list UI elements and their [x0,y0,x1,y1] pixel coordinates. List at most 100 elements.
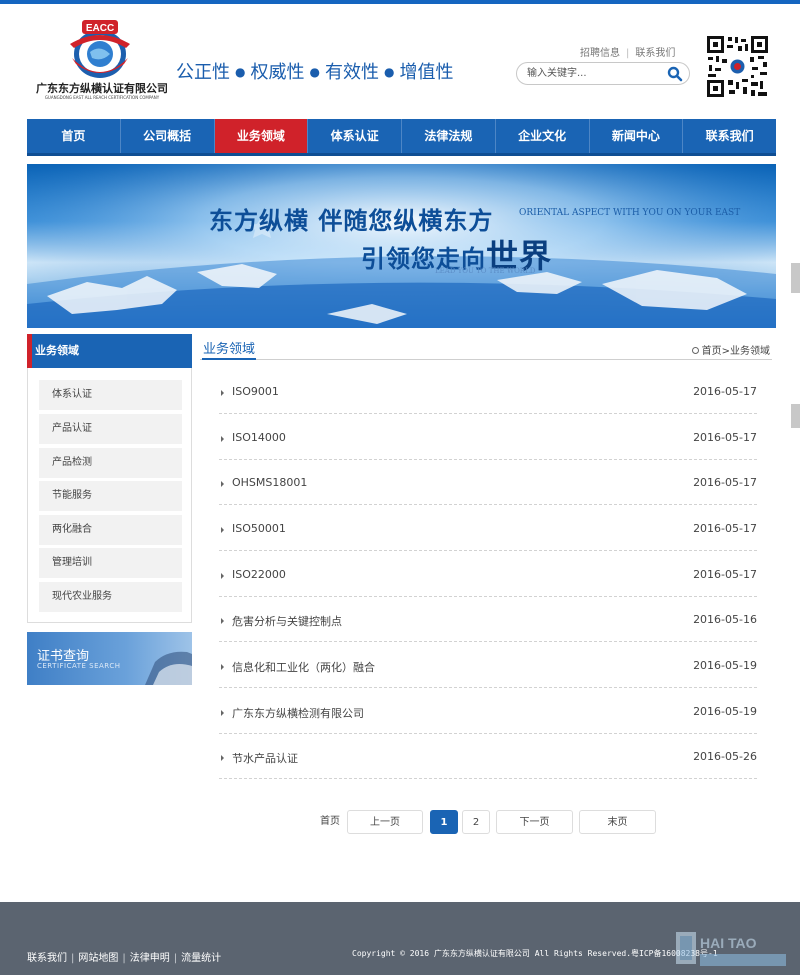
arrow-right-icon [221,664,224,670]
main-nav: 首页 公司概括 业务领域 体系认证 法律法规 企业文化 新闻中心 联系我们 [27,119,776,156]
nav-item-home[interactable]: 首页 [27,119,121,153]
sidebar-title: 业务领域 [27,334,192,368]
company-logo[interactable]: EACC 广东东方纵横认证有限公司 GUANGDONG EAST ALL REA… [36,18,168,102]
bullet-icon: ● [309,65,320,79]
list-item-title: OHSMS18001 [232,476,308,489]
arrow-right-icon [221,390,224,396]
nav-item-laws[interactable]: 法律法规 [402,119,496,153]
pagination-first[interactable]: 首页 [312,810,348,834]
breadcrumb[interactable]: 首页>业务领域 [691,342,770,357]
sidebar-item-energy-saving[interactable]: 节能服务 [39,481,182,511]
sidebar-item-integration[interactable]: 两化融合 [39,515,182,545]
top-link-contact[interactable]: 联系我们 [635,48,675,59]
list-item[interactable]: ISO22000 2016-05-17 [219,552,757,597]
slogan-item: 公正性 [176,62,230,83]
top-links: 招聘信息 | 联系我们 [580,48,676,59]
list-item[interactable]: 广东东方纵横检测有限公司 2016-05-19 [219,689,757,734]
arrow-right-icon [221,710,224,716]
nav-item-system-cert[interactable]: 体系认证 [308,119,402,153]
list-item-date: 2016-05-17 [693,568,757,581]
list-item-title: 危害分析与关键控制点 [232,615,342,628]
list-item[interactable]: ISO9001 2016-05-17 [219,369,757,414]
pagination-page[interactable]: 2 [462,810,490,834]
list-item[interactable]: 危害分析与关键控制点 2016-05-16 [219,597,757,642]
bullet-icon: ● [383,65,395,79]
home-icon [691,346,699,354]
pagination-page-current[interactable]: 1 [430,810,458,834]
slogan-item: 增值性 [399,62,454,83]
list-item-title: 信息化和工业化（两化）融合 [232,661,375,674]
list-item-date: 2016-05-16 [693,613,757,626]
arrow-right-icon [221,618,224,624]
arrow-right-icon [221,527,224,533]
list-item-title: 广东东方纵横检测有限公司 [232,707,364,720]
logo-company-name-en: GUANGDONG EAST ALL REACH CERTIFICATION C… [44,95,160,100]
content-header: 业务领域 首页>业务领域 [200,338,772,360]
list-item-date: 2016-05-17 [693,431,757,444]
list-item-date: 2016-05-26 [693,750,757,763]
nav-item-business[interactable]: 业务领域 [214,119,309,153]
list-item-date: 2016-05-17 [693,522,757,535]
watermark-logo: HAI TAO [676,932,786,966]
list-item-title: ISO50001 [232,522,286,535]
hero-banner: 东方纵横 伴随您纵横东方 ORIENTAL ASPECT WITH YOU ON… [27,164,776,328]
list-item[interactable]: OHSMS18001 2016-05-17 [219,460,757,505]
top-link-jobs[interactable]: 招聘信息 [580,48,620,59]
banner-subheadline-en: LEAD YOU TO THE WORLD [435,267,536,275]
pagination-next[interactable]: 下一页 [496,810,573,834]
list-item[interactable]: ISO50001 2016-05-17 [219,506,757,551]
sidebar-item-agriculture[interactable]: 现代农业服务 [39,582,182,612]
list-item[interactable]: ISO14000 2016-05-17 [219,415,757,460]
banner-headline-en: ORIENTAL ASPECT WITH YOU ON YOUR EAST [519,208,741,218]
list-item[interactable]: 信息化和工业化（两化）融合 2016-05-19 [219,643,757,688]
watermark-text: HAI TAO [700,935,757,951]
scrollbar-handle[interactable] [791,263,800,293]
list-item-date: 2016-05-17 [693,476,757,489]
slogan-item: 有效性 [324,62,379,83]
footer-link-stats[interactable]: 流量统计 [181,953,221,964]
arrow-right-icon [221,481,224,487]
slogan-item: 权威性 [250,62,305,83]
footer-link-legal[interactable]: 法律申明 [130,953,170,964]
nav-item-about[interactable]: 公司概括 [121,119,215,153]
footer-links: 联系我们 | 网站地图 | 法律申明 | 流量统计 [27,953,222,964]
search-input[interactable] [527,66,667,81]
sidebar-item-product-testing[interactable]: 产品检测 [39,448,182,478]
nav-item-culture[interactable]: 企业文化 [496,119,590,153]
footer-link-sitemap[interactable]: 网站地图 [78,953,118,964]
logo-company-name: 广东东方纵横认证有限公司 [36,82,168,95]
arrow-right-icon [221,755,224,761]
list-item-title: ISO9001 [232,385,279,398]
sidebar-item-training[interactable]: 管理培训 [39,548,182,578]
list-item-title: 节水产品认证 [232,752,298,765]
list-item[interactable]: 节水产品认证 2016-05-26 [219,734,757,779]
certificate-search-banner[interactable]: 证书查询 CERTIFICATE SEARCH [27,632,192,685]
scrollbar-handle[interactable] [791,404,800,428]
nav-item-contact[interactable]: 联系我们 [683,119,776,153]
qr-code-icon [705,34,770,99]
pagination-prev[interactable]: 上一页 [347,810,423,834]
search-icon[interactable] [667,66,683,82]
content-title: 业务领域 [202,338,257,360]
copyright: Copyright © 2016 广东东方纵横认证有限公司 All Rights… [352,949,718,958]
list-item-date: 2016-05-19 [693,705,757,718]
list-item-title: ISO14000 [232,431,286,444]
arrow-right-icon [221,436,224,442]
breadcrumb-text: 首页>业务领域 [701,346,770,357]
sidebar-item-system-cert[interactable]: 体系认证 [39,380,182,410]
footer-link-contact[interactable]: 联系我们 [27,953,67,964]
arrow-right-icon [221,573,224,579]
certificate-search-subtitle: CERTIFICATE SEARCH [37,662,121,670]
slogan: 公正性 ● 权威性 ● 有效性 ● 增值性 [176,58,453,84]
sidebar-menu: 体系认证 产品认证 产品检测 节能服务 两化融合 管理培训 现代农业服务 [27,368,192,623]
nav-item-news[interactable]: 新闻中心 [590,119,684,153]
eacc-badge-icon: EACC [70,20,130,78]
list-item-date: 2016-05-17 [693,385,757,398]
top-accent-bar [0,0,800,4]
list-item-date: 2016-05-19 [693,659,757,672]
badge-text: EACC [86,23,114,34]
bullet-icon: ● [235,65,246,79]
pagination-last[interactable]: 末页 [579,810,656,834]
list-item-title: ISO22000 [232,568,286,581]
sidebar-item-product-cert[interactable]: 产品认证 [39,414,182,444]
